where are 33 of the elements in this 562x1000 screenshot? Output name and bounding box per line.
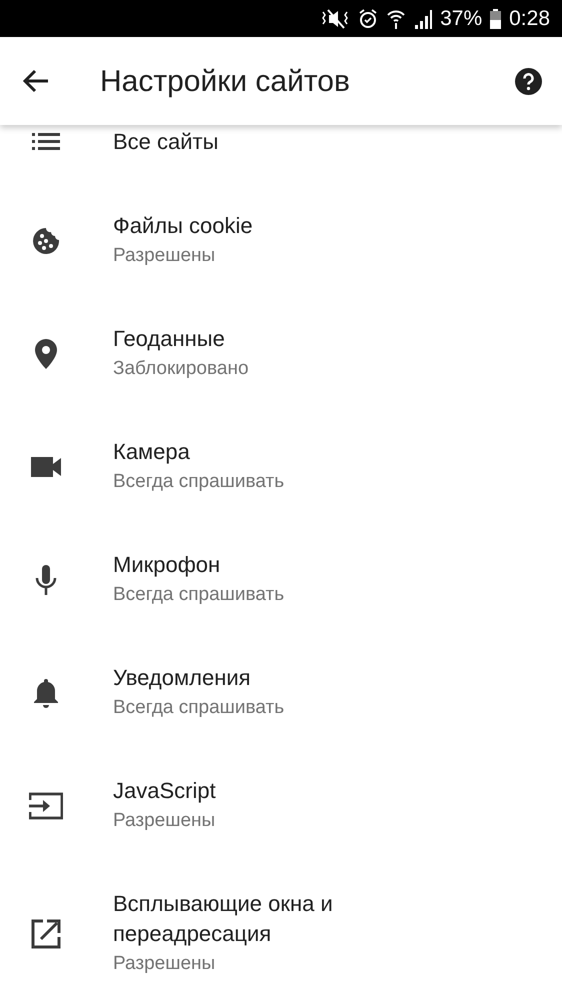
video-camera-icon [30, 457, 60, 477]
alarm-icon [358, 8, 378, 30]
cookie-icon [32, 227, 60, 255]
setting-status: Всегда спрашивать [113, 583, 286, 607]
setting-title[interactable]: Всплывающие окна и переадресация [113, 889, 493, 949]
setting-title[interactable]: Камера [113, 437, 493, 467]
open-in-new-icon [30, 919, 60, 949]
list-icon [32, 133, 60, 151]
setting-status: Разрешены [113, 244, 216, 268]
setting-title[interactable]: Файлы cookie [113, 211, 493, 241]
back-arrow-icon[interactable] [22, 69, 50, 93]
help-icon[interactable] [515, 68, 542, 94]
setting-status: Разрешены [113, 809, 216, 833]
battery-percent: 37% [440, 6, 482, 32]
mute-icon [320, 8, 350, 30]
wifi-icon [386, 8, 406, 30]
setting-title[interactable]: Микрофон [113, 550, 493, 580]
input-arrow-icon [28, 792, 62, 820]
signal-icon [414, 8, 432, 28]
microphone-icon [34, 565, 56, 595]
page-title: Настройки сайтов [100, 64, 351, 100]
setting-status: Заблокировано [113, 357, 250, 381]
setting-status: Всегда спрашивать [113, 470, 286, 494]
battery-icon [490, 8, 502, 28]
setting-title[interactable]: Все сайты [113, 127, 493, 157]
setting-status: Разрешены [113, 952, 216, 976]
setting-title[interactable]: Геоданные [113, 324, 493, 354]
bell-icon [32, 678, 58, 708]
setting-title[interactable]: JavaScript [113, 776, 493, 806]
location-pin-icon [34, 339, 56, 369]
setting-title[interactable]: Уведомления [113, 663, 493, 693]
setting-status: Всегда спрашивать [113, 696, 286, 720]
clock-time: 0:28 [509, 6, 550, 32]
